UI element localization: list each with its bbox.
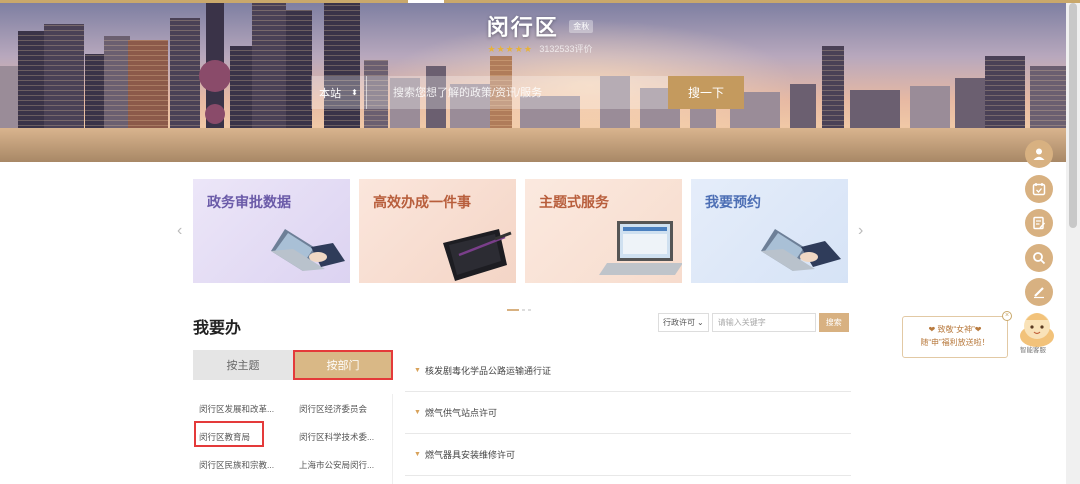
promo-line-1: ❤ 致敬“女神”❤	[928, 325, 982, 334]
district-name: 闵行区	[486, 15, 559, 40]
department-row: 闵行区发展和改革... 闵行区经济委员会	[193, 395, 393, 423]
page-scrollbar[interactable]	[1066, 0, 1080, 484]
service-tabs: 按主题 按部门	[193, 350, 393, 380]
highlight-box	[194, 421, 264, 447]
caret-down-icon: ▼	[414, 451, 421, 458]
divider	[392, 394, 393, 484]
pen-icon[interactable]	[1025, 278, 1053, 306]
search-input[interactable]	[367, 76, 668, 109]
service-item-label: 燃气器具安装维修许可	[424, 450, 515, 460]
section-title: 我要办	[193, 320, 242, 337]
rating-stars: ★★★★★	[487, 44, 533, 54]
tablet-pen-icon	[443, 229, 512, 281]
close-icon[interactable]: ×	[1002, 311, 1012, 321]
carousel-dot[interactable]	[528, 309, 531, 311]
card-theme-service[interactable]: 主题式服务	[525, 179, 682, 283]
district-tag: 金秋	[569, 19, 594, 33]
service-item[interactable]: ▼ 核发剧毒化学品公路运输通行证	[405, 350, 851, 392]
carousel-indicator	[507, 309, 531, 311]
department-item[interactable]: 闵行区民族和宗教...	[193, 459, 293, 471]
search-button[interactable]: 搜一下	[668, 76, 744, 109]
rating-count: 3132533评价	[539, 44, 593, 54]
carousel-next-icon[interactable]: ›	[858, 222, 863, 240]
card-one-thing-service[interactable]: 高效办成一件事	[359, 179, 516, 283]
category-select[interactable]: 行政许可 ⌄	[658, 313, 709, 332]
department-item[interactable]: 闵行区经济委员会	[293, 403, 393, 415]
department-item[interactable]: 上海市公安局闵行...	[293, 459, 393, 471]
chevron-down-icon: ⌄	[697, 318, 704, 327]
laptop-hands-icon	[761, 229, 841, 271]
assistant-label: 智能客服	[1020, 347, 1046, 354]
carousel-dot[interactable]	[522, 309, 525, 311]
user-icon[interactable]	[1025, 140, 1053, 168]
carousel-dot[interactable]	[507, 309, 519, 311]
assistant-mascot-icon[interactable]	[1018, 308, 1056, 348]
floating-toolbar	[1025, 140, 1053, 313]
promo-line-2: 随“申”福利放送啦！	[920, 338, 990, 347]
page: 闵行区 金秋 ★★★★★ 3132533评价 本站 ⬍ 搜一下 ‹ › 政务审批…	[0, 0, 1080, 484]
edit-doc-icon[interactable]	[1025, 209, 1053, 237]
laptop-hands-icon	[271, 229, 345, 271]
department-row: 闵行区民族和宗教... 上海市公安局闵行...	[193, 451, 393, 479]
scope-arrow-icon: ⬍	[351, 88, 358, 97]
district-rating: ★★★★★ 3132533评价	[0, 42, 1080, 55]
service-item[interactable]: ▼ 燃气器具安装维修许可	[405, 434, 851, 476]
service-item-label: 核发剧毒化学品公路运输通行证	[424, 366, 551, 376]
filter-search-button[interactable]: 搜索	[818, 313, 849, 332]
service-item-label: 燃气供气站点许可	[424, 408, 497, 418]
district-title: 闵行区 金秋	[0, 10, 1080, 42]
laptop-screen-icon	[599, 221, 682, 275]
department-item[interactable]: 闵行区科学技术委...	[293, 431, 393, 443]
card-approval-data[interactable]: 政务审批数据	[193, 179, 350, 283]
search-scope-label: 本站	[319, 87, 342, 100]
service-item-list: ▼ 核发剧毒化学品公路运输通行证 ▼ 燃气供气站点许可 ▼ 燃气器具安装维修许可	[405, 350, 851, 476]
service-filter: 行政许可 ⌄ 搜索	[658, 313, 849, 332]
tab-by-department[interactable]: 按部门	[293, 350, 393, 380]
promo-bubble[interactable]: ❤ 致敬“女神”❤ 随“申”福利放送啦！ ×	[902, 311, 1012, 358]
search-scope-select[interactable]: 本站 ⬍	[311, 76, 367, 109]
calendar-icon[interactable]	[1025, 174, 1053, 203]
category-select-value: 行政许可	[663, 318, 695, 327]
service-item[interactable]: ▼ 燃气供气站点许可	[405, 392, 851, 434]
site-search: 本站 ⬍ 搜一下	[311, 76, 744, 109]
carousel-prev-icon[interactable]: ‹	[177, 222, 182, 240]
caret-down-icon: ▼	[414, 367, 421, 374]
tab-by-theme[interactable]: 按主题	[193, 350, 293, 380]
department-item[interactable]: 闵行区发展和改革...	[193, 403, 293, 415]
caret-down-icon: ▼	[414, 409, 421, 416]
keyword-input[interactable]	[711, 313, 816, 332]
card-appointment[interactable]: 我要预约	[691, 179, 848, 283]
search-icon[interactable]	[1025, 243, 1053, 272]
